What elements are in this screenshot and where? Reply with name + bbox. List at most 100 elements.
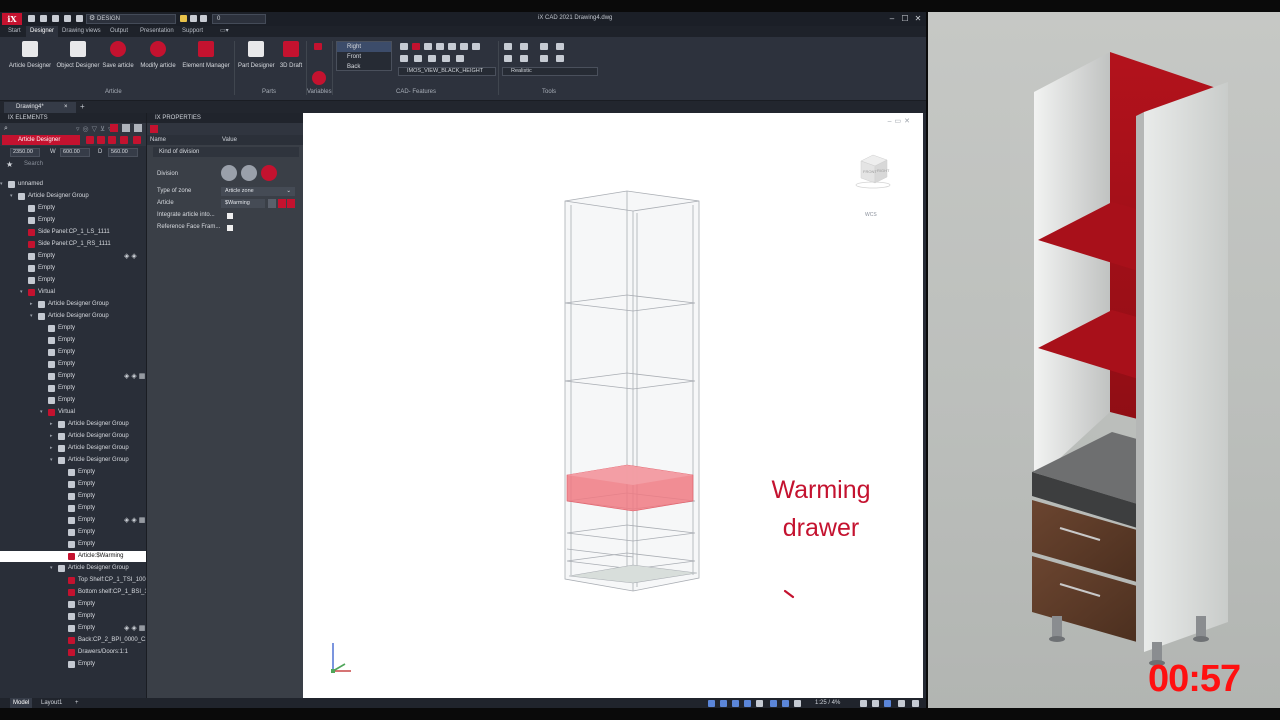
properties-icon[interactable]: [150, 125, 158, 133]
tree-item[interactable]: Empty ◈◈▦: [0, 371, 146, 382]
tab-layout1[interactable]: Layout1: [38, 698, 65, 708]
snap-icon[interactable]: [448, 43, 456, 50]
tree-item[interactable]: Empty: [0, 347, 146, 358]
annotation-icon[interactable]: [860, 700, 867, 707]
element-manager-button[interactable]: Element Manager: [182, 41, 230, 81]
tree-item[interactable]: Empty: [0, 599, 146, 610]
object-designer-button[interactable]: Object Designer: [56, 41, 100, 81]
dyn-status-icon[interactable]: [782, 700, 789, 707]
tree-item[interactable]: Article:$Warming: [0, 551, 146, 562]
tree-item[interactable]: Empty: [0, 359, 146, 370]
move-icon[interactable]: [520, 43, 528, 50]
tree-item[interactable]: ▸ Article Designer Group: [0, 431, 146, 442]
maximize-icon[interactable]: ☐: [899, 13, 911, 25]
tree-item[interactable]: Empty: [0, 275, 146, 286]
arrow-icon[interactable]: [424, 43, 432, 50]
expand-icon[interactable]: ▾: [30, 311, 33, 322]
view-style-dropdown[interactable]: IMOS_VIEW_BLACK_HEIGHT: [398, 67, 496, 76]
ortho-status-icon[interactable]: [732, 700, 739, 707]
layers-icon[interactable]: [428, 55, 436, 62]
isolate-icon[interactable]: [884, 700, 891, 707]
transparency-status-icon[interactable]: [794, 700, 801, 707]
copy-icon[interactable]: [540, 43, 548, 50]
new-icon[interactable]: [28, 15, 35, 22]
drawing-viewport[interactable]: –▭✕ FRONT RIGHT WCS Warming drawer: [303, 113, 923, 698]
mirror-icon[interactable]: [556, 43, 564, 50]
expand-icon[interactable]: ▾: [50, 563, 53, 574]
tab-drawing4[interactable]: Drawing4* ×: [4, 102, 76, 113]
eye-icon[interactable]: [414, 55, 422, 62]
tree-item[interactable]: Empty: [0, 323, 146, 334]
tree-item[interactable]: Empty: [0, 203, 146, 214]
tree-item[interactable]: Drawers/Doors:1:1: [0, 647, 146, 658]
print-icon[interactable]: [64, 15, 71, 22]
tree-item[interactable]: Empty: [0, 383, 146, 394]
close-icon[interactable]: [133, 136, 141, 144]
tab-output[interactable]: Output: [106, 26, 132, 37]
dropdown-icon[interactable]: [268, 199, 276, 208]
article-field[interactable]: $Warming: [221, 199, 265, 208]
polar-status-icon[interactable]: [744, 700, 751, 707]
help-icon[interactable]: [134, 124, 142, 132]
tree-item[interactable]: ▸ Article Designer Group: [0, 443, 146, 454]
variables-button[interactable]: [312, 71, 326, 85]
height-field[interactable]: 2350.00: [10, 148, 40, 157]
undo-icon[interactable]: [76, 15, 83, 22]
tree-item[interactable]: Bottom shelf:CP_1_BSI_1000_C: [0, 587, 146, 598]
article-designer-button[interactable]: Article Designer: [8, 41, 52, 81]
light-icon[interactable]: [540, 55, 548, 62]
tree-item-actions[interactable]: ◈◈▦: [124, 623, 146, 634]
tree-item-actions[interactable]: ◈◈▦: [124, 515, 146, 526]
view-right[interactable]: Right: [337, 42, 391, 52]
scale-readout[interactable]: 1:25 / 4%: [812, 698, 843, 708]
tree-item[interactable]: Empty: [0, 503, 146, 514]
add-tab-icon[interactable]: +: [80, 102, 85, 111]
division-vertical-icon[interactable]: [241, 165, 257, 181]
close-icon[interactable]: ✕: [912, 13, 924, 25]
integrate-checkbox[interactable]: [227, 213, 233, 219]
tree-item[interactable]: Side Panel:CP_1_LS_1111: [0, 227, 146, 238]
workspace-icon[interactable]: [872, 700, 879, 707]
tree-item[interactable]: Empty ◈◈: [0, 251, 146, 262]
minimize-icon[interactable]: –: [886, 13, 898, 25]
tree-item[interactable]: ▾ Virtual: [0, 287, 146, 298]
wrench-icon[interactable]: [110, 124, 118, 132]
tree-item[interactable]: ▾ Virtual: [0, 407, 146, 418]
render-icon[interactable]: [520, 55, 528, 62]
tab-model[interactable]: Model: [10, 698, 33, 708]
grid-status-icon[interactable]: [720, 700, 727, 707]
expand-icon[interactable]: ▸: [50, 419, 53, 430]
remove-icon[interactable]: [287, 199, 295, 208]
box-icon[interactable]: [472, 43, 480, 50]
modify-article-button[interactable]: Modify article: [138, 41, 178, 81]
tree-item[interactable]: Empty: [0, 611, 146, 622]
sun-icon[interactable]: [190, 15, 197, 22]
save-article-button[interactable]: Save article: [102, 41, 134, 81]
tree-item-actions[interactable]: ◈◈: [124, 251, 139, 262]
view-front[interactable]: Front: [337, 52, 391, 62]
camera-icon[interactable]: [556, 55, 564, 62]
layer-select[interactable]: 0: [212, 14, 266, 24]
tree-item[interactable]: Empty: [0, 395, 146, 406]
tree-item[interactable]: Empty: [0, 335, 146, 346]
tree-item[interactable]: Empty: [0, 539, 146, 550]
list-icon[interactable]: [122, 124, 130, 132]
division-horizontal-icon[interactable]: [221, 165, 237, 181]
osnap-status-icon[interactable]: [756, 700, 763, 707]
search-icon[interactable]: ⌕: [4, 125, 8, 133]
tree-item[interactable]: ▸ Article Designer Group: [0, 299, 146, 310]
grid-icon[interactable]: [460, 43, 468, 50]
tree-item[interactable]: Empty: [0, 467, 146, 478]
tree-item[interactable]: Empty ◈◈▦: [0, 515, 146, 526]
select-icon[interactable]: [504, 43, 512, 50]
tree-item[interactable]: ▾ Article Designer Group: [0, 455, 146, 466]
tree-item[interactable]: Empty: [0, 263, 146, 274]
reference-face-checkbox[interactable]: [227, 225, 233, 231]
eye-icon[interactable]: [97, 136, 105, 144]
tree-item[interactable]: Empty ◈◈▦: [0, 623, 146, 634]
tree-item[interactable]: Empty: [0, 479, 146, 490]
tree-search-input[interactable]: ★ Search: [4, 160, 144, 170]
tree-item[interactable]: Empty: [0, 491, 146, 502]
tree-item[interactable]: Side Panel:CP_1_RS_1111: [0, 239, 146, 250]
visual-style-dropdown[interactable]: Realistic: [502, 67, 598, 76]
